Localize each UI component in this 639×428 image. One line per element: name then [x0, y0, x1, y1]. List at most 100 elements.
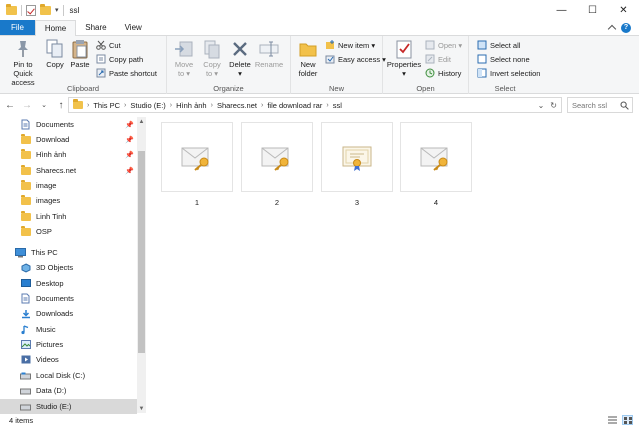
- copy-to-button[interactable]: Copy to ▾: [198, 38, 226, 78]
- move-to-button[interactable]: Move to ▾: [170, 38, 198, 78]
- nav-item-studio-e[interactable]: Studio (E:): [0, 399, 137, 414]
- breadcrumb-file-download-rar[interactable]: file download rar: [267, 101, 322, 110]
- nav-item-hinh-anh[interactable]: Hình ảnh 📌: [0, 147, 137, 162]
- tab-share[interactable]: Share: [76, 20, 115, 35]
- nav-item-documents[interactable]: Documents: [0, 291, 137, 306]
- edit-icon: [425, 54, 435, 64]
- paste-shortcut-button[interactable]: Paste shortcut: [96, 67, 157, 79]
- nav-item-desktop[interactable]: Desktop: [0, 276, 137, 291]
- nav-item-linh-tinh[interactable]: Linh Tinh: [0, 209, 137, 224]
- open-group-label: Open: [416, 84, 435, 93]
- pin-icon: 📌: [125, 167, 134, 175]
- drive-icon: [20, 371, 31, 381]
- cut-button[interactable]: Cut: [96, 39, 157, 51]
- nav-pane-scrollbar[interactable]: ▲ ▼: [137, 117, 146, 413]
- drive-icon: [20, 386, 31, 396]
- copy-to-icon: [201, 38, 223, 60]
- tab-file[interactable]: File: [0, 20, 35, 35]
- address-bar[interactable]: › This PC › Studio (E:) › Hình ảnh › Sha…: [68, 97, 562, 113]
- paste-button[interactable]: Paste: [67, 38, 93, 69]
- nav-item-sharecs[interactable]: Sharecs.net 📌: [0, 163, 137, 178]
- collapse-ribbon-icon[interactable]: [607, 24, 617, 34]
- nav-item-downloads[interactable]: Downloads: [0, 306, 137, 321]
- copy-button[interactable]: Copy: [43, 38, 67, 69]
- properties-button[interactable]: Properties ▾: [386, 38, 422, 78]
- new-item-button[interactable]: New item ▾: [325, 39, 386, 51]
- address-dropdown-chevron-icon[interactable]: ⌄: [538, 101, 545, 110]
- title-bar: ▾ ssl — ☐ ✕: [0, 0, 639, 20]
- nav-item-pictures[interactable]: Pictures: [0, 337, 137, 352]
- nav-item-this-pc[interactable]: This PC: [0, 245, 137, 260]
- breadcrumb-ssl[interactable]: ssl: [333, 101, 342, 110]
- nav-item-videos[interactable]: Videos: [0, 352, 137, 367]
- new-folder-icon: [297, 38, 319, 60]
- nav-item-image[interactable]: image: [0, 178, 137, 193]
- up-arrow-icon[interactable]: ↑: [54, 98, 68, 112]
- file-item[interactable]: 1: [161, 122, 233, 210]
- nav-item-documents-pinned[interactable]: Documents 📌: [0, 117, 137, 132]
- history-button[interactable]: History: [425, 67, 462, 79]
- open-group: Properties ▾ Open ▾ Edit History Open: [383, 36, 469, 94]
- window-controls: — ☐ ✕: [546, 0, 639, 20]
- new-folder-qat-icon[interactable]: [40, 3, 51, 15]
- copy-path-button[interactable]: Copy path: [96, 53, 157, 65]
- scrollbar-thumb[interactable]: [138, 151, 145, 353]
- nav-item-data-d[interactable]: Data (D:): [0, 383, 137, 398]
- refresh-icon[interactable]: ↻: [550, 101, 557, 110]
- file-item[interactable]: 3: [321, 122, 393, 210]
- paste-shortcut-icon: [96, 68, 106, 78]
- tab-home[interactable]: Home: [34, 20, 77, 36]
- folder-icon: [20, 179, 31, 191]
- close-button[interactable]: ✕: [608, 0, 639, 20]
- select-all-button[interactable]: Select all: [477, 39, 540, 51]
- minimize-button[interactable]: —: [546, 0, 577, 20]
- pin-to-quick-access-button[interactable]: Pin to Quick access: [3, 38, 43, 87]
- rename-button[interactable]: Rename: [254, 38, 284, 69]
- help-icon[interactable]: ?: [621, 22, 631, 33]
- easy-access-button[interactable]: Easy access ▾: [325, 53, 386, 65]
- tab-view[interactable]: View: [116, 20, 151, 35]
- certificate-envelope-icon: [400, 122, 472, 192]
- details-view-icon[interactable]: [607, 415, 618, 425]
- large-icons-view-icon[interactable]: [622, 415, 633, 425]
- back-arrow-icon[interactable]: ←: [3, 98, 17, 112]
- file-item[interactable]: 4: [400, 122, 472, 210]
- nav-item-download[interactable]: Download 📌: [0, 132, 137, 147]
- customize-qat-dropdown-icon[interactable]: ▾: [55, 6, 59, 14]
- breadcrumb-hinh-anh[interactable]: Hình ảnh: [176, 101, 206, 110]
- nav-item-3d-objects[interactable]: 3D Objects: [0, 260, 137, 275]
- desktop-icon: [20, 279, 31, 289]
- nav-item-osp[interactable]: OSP: [0, 224, 137, 239]
- new-folder-button[interactable]: New folder: [294, 38, 322, 78]
- copy-icon: [44, 38, 66, 60]
- breadcrumb-studio-e[interactable]: Studio (E:): [130, 101, 165, 110]
- folder-icon: [20, 133, 31, 145]
- recent-locations-chevron-icon[interactable]: ⌄: [37, 98, 51, 112]
- documents-icon: [20, 119, 31, 130]
- nav-item-images[interactable]: images: [0, 193, 137, 208]
- scroll-down-arrow-icon[interactable]: ▼: [137, 404, 146, 413]
- videos-icon: [20, 355, 31, 365]
- clipboard-group: Pin to Quick access Copy Paste Cut Copy …: [0, 36, 167, 94]
- breadcrumb-this-pc[interactable]: This PC: [93, 101, 120, 110]
- delete-x-icon: [229, 38, 251, 60]
- paste-icon: [69, 38, 91, 60]
- search-input[interactable]: [572, 100, 620, 110]
- search-box[interactable]: [567, 97, 633, 113]
- forward-arrow-icon[interactable]: →: [20, 98, 34, 112]
- open-button[interactable]: Open ▾: [425, 39, 462, 51]
- breadcrumb-sharecs[interactable]: Sharecs.net: [217, 101, 257, 110]
- delete-button[interactable]: Delete ▾: [226, 38, 254, 78]
- pin-icon: 📌: [125, 121, 134, 129]
- nav-item-music[interactable]: Music: [0, 322, 137, 337]
- scroll-up-arrow-icon[interactable]: ▲: [137, 117, 146, 126]
- organize-group: Move to ▾ Copy to ▾ Delete ▾ Rename Orga…: [167, 36, 291, 94]
- properties-qat-icon[interactable]: [26, 4, 36, 16]
- invert-selection-button[interactable]: Invert selection: [477, 67, 540, 79]
- new-group-label: New: [328, 84, 344, 93]
- edit-button[interactable]: Edit: [425, 53, 462, 65]
- maximize-button[interactable]: ☐: [577, 0, 608, 20]
- file-item[interactable]: 2: [241, 122, 313, 210]
- nav-item-local-disk-c[interactable]: Local Disk (C:): [0, 368, 137, 383]
- select-none-button[interactable]: Select none: [477, 53, 540, 65]
